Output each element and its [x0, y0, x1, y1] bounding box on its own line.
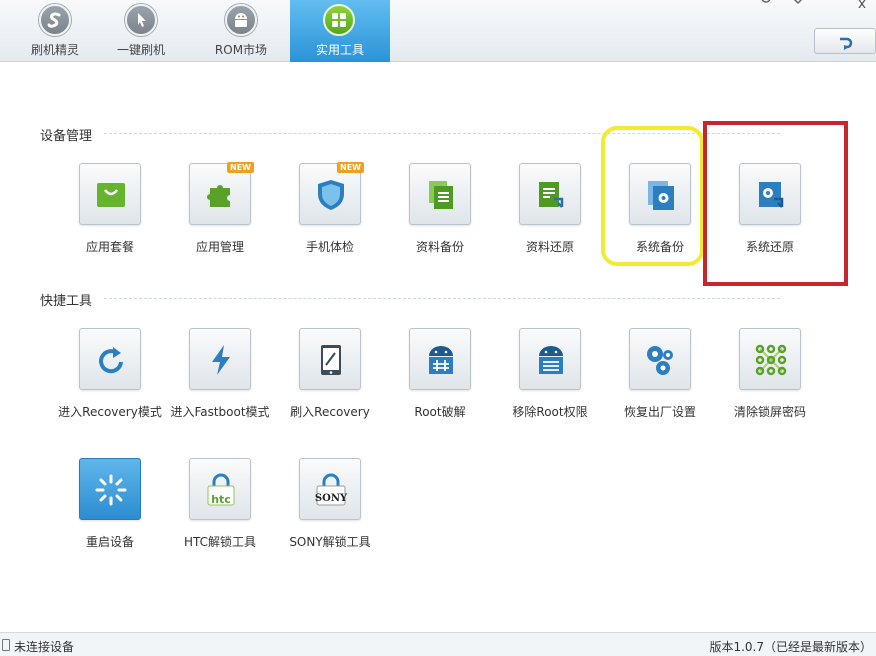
tool-icon-box	[79, 458, 141, 520]
tool-label: 应用套餐	[85, 240, 134, 254]
tool-label: 资料备份	[415, 240, 464, 254]
tool-label: HTC解锁工具	[183, 535, 257, 549]
shield-icon	[318, 180, 344, 210]
tool-factory-reset[interactable]: 恢复出厂设置	[605, 328, 715, 438]
tool-htc-unlock[interactable]: htc HTC解锁工具	[165, 458, 275, 568]
tool-app-package[interactable]: 应用套餐	[55, 163, 165, 273]
tool-icon-box	[299, 328, 361, 390]
tab-utility-tools[interactable]: 实用工具	[290, 0, 390, 62]
tool-enter-fastboot[interactable]: 进入Fastboot模式	[165, 328, 275, 438]
tool-flash-recovery[interactable]: 刷入Recovery	[275, 328, 385, 438]
version-label: 版本1.0.7（已经是最新版本）	[709, 640, 872, 654]
tool-enter-recovery[interactable]: 进入Recovery模式	[55, 328, 165, 438]
htc-logo-text: htc	[211, 493, 231, 506]
tablet-edit-icon	[321, 345, 341, 375]
tool-icon-box: NEW	[299, 162, 364, 225]
tab-label: ROM市场	[214, 43, 268, 57]
tool-data-restore[interactable]: 资料还原	[495, 163, 605, 273]
one-click-icon	[125, 4, 157, 36]
tool-icon-box	[409, 328, 471, 390]
minimize-icon[interactable]	[818, 0, 842, 14]
highlight-yellow-frame	[601, 126, 704, 266]
document-restore-icon	[539, 182, 564, 208]
tab-label: 一键刷机	[116, 43, 165, 57]
shuaji-logo-icon	[39, 4, 71, 36]
lightning-icon	[212, 345, 230, 375]
tool-data-backup[interactable]: 资料备份	[385, 163, 495, 273]
pattern-lock-icon	[755, 344, 787, 376]
gears-icon	[647, 346, 673, 375]
highlight-red-frame	[703, 121, 848, 286]
tool-icon-box: htc	[189, 458, 251, 520]
close-icon[interactable]: x	[850, 0, 874, 16]
tool-label: SONY解锁工具	[289, 535, 371, 549]
tool-label: 重启设备	[85, 535, 134, 549]
tool-icon-box: NEW	[189, 162, 254, 225]
tool-label: 清除锁屏密码	[733, 405, 806, 419]
android-icon	[225, 4, 257, 36]
menu-icon[interactable]	[786, 0, 810, 14]
new-badge: NEW	[337, 162, 364, 173]
phone-icon	[2, 639, 10, 651]
tool-root[interactable]: Root破解	[385, 328, 495, 438]
new-badge: NEW	[227, 162, 254, 173]
tool-sony-unlock[interactable]: SONY SONY解锁工具	[275, 458, 385, 568]
spinner-icon	[95, 474, 127, 506]
status-bar: 未连接设备 版本1.0.7（已经是最新版本）	[0, 632, 876, 656]
section-title-quick-tools: 快捷工具	[40, 294, 93, 309]
tool-icon-box	[519, 163, 581, 225]
tool-icon-box	[189, 328, 251, 390]
tool-app-management[interactable]: NEW 应用管理	[165, 162, 275, 273]
tool-label: 刷入Recovery	[290, 405, 370, 419]
tool-icon-box: SONY	[299, 458, 361, 520]
tool-label: 进入Recovery模式	[58, 405, 162, 419]
tool-icon-box	[629, 328, 691, 390]
tool-label: Root破解	[414, 405, 466, 419]
document-stack-icon	[429, 181, 453, 209]
shopping-bag-icon	[97, 183, 125, 207]
tool-label: 资料还原	[525, 240, 574, 254]
section-divider	[104, 298, 780, 299]
tool-clear-lock-password[interactable]: 清除锁屏密码	[715, 328, 825, 438]
grid-icon	[323, 4, 355, 36]
tool-icon-box	[79, 163, 141, 225]
top-navigation-bar: 刷机精灵 一键刷机 ROM市场 实用工具 x	[0, 0, 876, 62]
skin-icon[interactable]	[754, 0, 778, 14]
tab-one-click-flash[interactable]: 一键刷机	[86, 0, 196, 62]
tab-rom-market[interactable]: ROM市场	[186, 0, 296, 62]
tool-reboot-device[interactable]: 重启设备	[55, 458, 165, 568]
refresh-button[interactable]	[814, 28, 876, 54]
android-unroot-icon	[539, 346, 563, 374]
tool-label: 恢复出厂设置	[623, 405, 696, 419]
tool-icon-box	[409, 163, 471, 225]
section-title-device-management: 设备管理	[40, 129, 93, 144]
tool-label: 移除Root权限	[512, 405, 588, 419]
turn-arrow-icon	[840, 37, 853, 50]
tool-label: 手机体检	[305, 240, 354, 254]
android-root-icon	[429, 346, 453, 374]
tool-label: 进入Fastboot模式	[170, 405, 270, 419]
tool-remove-root[interactable]: 移除Root权限	[495, 328, 605, 438]
puzzle-icon	[207, 185, 230, 207]
tab-label: 实用工具	[315, 43, 364, 57]
tool-label: 应用管理	[195, 240, 244, 254]
tool-phone-checkup[interactable]: NEW 手机体检	[275, 162, 385, 273]
tool-icon-box	[519, 328, 581, 390]
refresh-icon	[99, 347, 123, 374]
tool-icon-box	[739, 328, 801, 390]
device-status: 未连接设备	[14, 640, 75, 654]
tool-icon-box	[79, 328, 141, 390]
sony-logo-text: SONY	[314, 493, 348, 504]
